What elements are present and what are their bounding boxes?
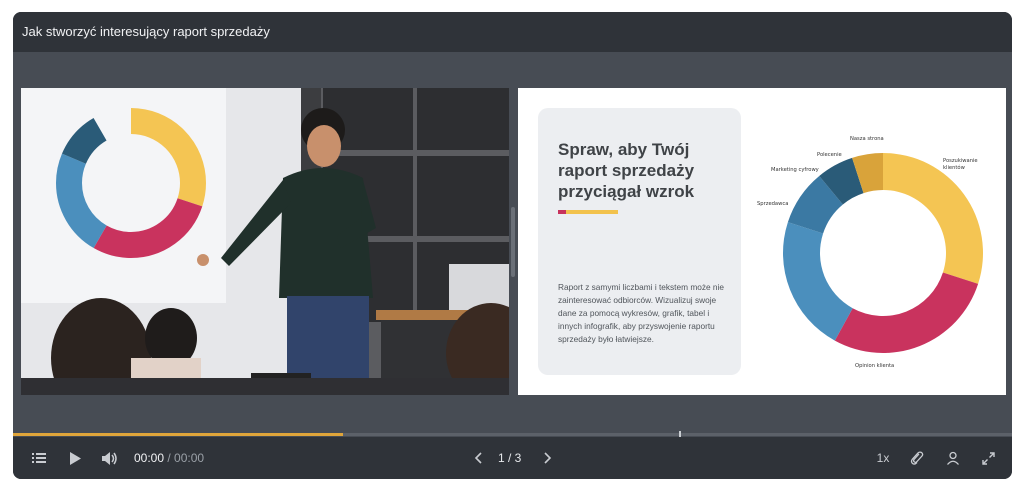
volume-icon[interactable]	[99, 437, 121, 479]
control-bar: 00:00 / 00:00 1 / 3 1x	[13, 437, 1012, 479]
play-icon[interactable]	[65, 437, 85, 479]
split-divider[interactable]	[511, 207, 515, 277]
time-separator: /	[164, 451, 175, 465]
slide-heading: Spraw, aby Twój raport sprzedaży przycią…	[558, 140, 695, 201]
label-poszukiwanie: Poszukiwanie klientów	[943, 158, 979, 171]
donut-slice	[783, 222, 853, 341]
label-opinion: Opinion klienta	[855, 363, 894, 369]
chevron-left-icon[interactable]	[469, 437, 487, 479]
donut-chart: Nasza strona Polecenie Marketing cyfrowy…	[757, 136, 983, 369]
label-polecenie: Polecenie	[817, 152, 842, 158]
label-marketing: Marketing cyfrowy	[771, 167, 819, 173]
slide-body: Raport z samymi liczbami i tekstem może …	[558, 282, 724, 344]
time-display: 00:00 / 00:00	[134, 437, 204, 479]
donut-slice	[834, 272, 979, 353]
donut-slice	[883, 153, 983, 284]
fullscreen-icon[interactable]	[978, 437, 998, 479]
list-icon[interactable]	[29, 437, 49, 479]
heading-accent	[558, 210, 618, 214]
presentation-player: Jak stworzyć interesujący raport sprzeda…	[13, 12, 1012, 479]
progress-fill	[13, 433, 343, 436]
slide-content: Spraw, aby Twój raport sprzedaży przycią…	[518, 88, 1006, 395]
label-strona: Nasza strona	[850, 136, 884, 142]
text-card: Spraw, aby Twój raport sprzedaży przycią…	[538, 108, 741, 375]
progress-bar[interactable]	[13, 431, 1012, 438]
label-sprzedawca: Sprzedawca	[757, 201, 788, 207]
presentation-photo	[21, 88, 509, 395]
window-title: Jak stworzyć interesujący raport sprzeda…	[13, 12, 1012, 52]
time-total: 00:00	[174, 451, 205, 465]
paperclip-icon[interactable]	[907, 437, 927, 479]
page-indicator: 1 / 3	[498, 451, 522, 465]
chevron-right-icon[interactable]	[539, 437, 557, 479]
speed-button[interactable]: 1x	[871, 437, 895, 479]
user-icon[interactable]	[943, 437, 963, 479]
time-current: 00:00	[134, 451, 165, 465]
slide-stage: Spraw, aby Twój raport sprzedaży przycią…	[13, 52, 1012, 437]
